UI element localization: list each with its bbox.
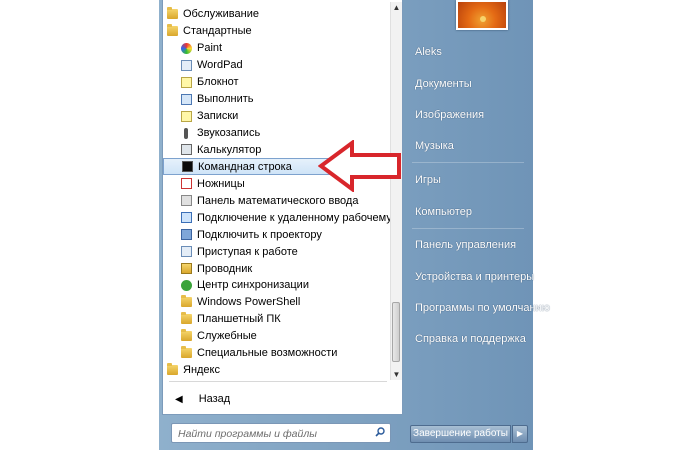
program-label: Специальные возможности [197,347,338,360]
sticky-notes-icon: sticky-notes-icon [181,110,192,122]
right-item-music[interactable]: Музыка [415,140,454,152]
program-label: Подключение к удаленному рабочему столу [197,211,391,224]
right-item-control-panel[interactable]: Панель управления [415,239,516,251]
scroll-up-icon[interactable]: ▲ [391,2,402,13]
program-item[interactable]: run-icon Выполнить [163,91,391,108]
sync-center-icon: sync-center-icon [181,279,192,291]
shutdown-button[interactable]: Завершение работы [410,425,511,443]
program-item[interactable]: notepad-icon Блокнот [163,74,391,91]
program-label: Блокнот [197,76,239,89]
program-item[interactable]: paint-icon Paint [163,40,391,57]
paint-icon: paint-icon [181,42,192,54]
program-folder-item[interactable]: folder-icon Служебные [163,328,391,345]
right-item-default-programs[interactable]: Программы по умолчанию [415,302,550,314]
program-label: Подключить к проектору [197,228,322,241]
search-box[interactable] [171,423,391,443]
folder-icon: folder-icon [181,346,192,359]
snipping-tool-icon: snipping-tool-icon [181,178,192,190]
user-avatar[interactable] [456,0,508,30]
back-label: Назад [198,393,231,405]
right-item-computer[interactable]: Компьютер [415,206,472,218]
shutdown-options-icon[interactable]: ▶ [512,425,528,443]
program-label: Командная строка [198,160,292,173]
right-item-devices-printers[interactable]: Устройства и принтеры [415,271,534,283]
list-separator [169,381,387,382]
folder-icon: folder-icon [167,24,178,37]
program-label: Стандартные [183,25,252,38]
scroll-down-icon[interactable]: ▼ [391,369,402,380]
math-input-icon: math-input-icon [181,195,192,207]
command-prompt-icon: command-prompt-icon [182,161,193,173]
program-label: Paint [197,42,223,55]
program-item[interactable]: math-input-icon Панель математического вв… [163,192,391,209]
program-item[interactable]: explorer-icon Проводник [163,260,391,277]
program-label: Яндекс [183,364,220,377]
program-item[interactable]: getting-started-icon Приступая к работе [163,243,391,260]
program-folder-item[interactable]: folder-icon Обслуживание [163,6,391,23]
program-label: Проводник [197,262,253,275]
program-label: Приступая к работе [197,245,298,258]
program-label: WordPad [197,59,243,72]
microphone-icon: microphone-icon [184,127,188,139]
program-folder-item[interactable]: folder-icon Яндекс [163,362,391,379]
right-separator [412,228,524,229]
program-label: Выполнить [197,93,254,106]
wordpad-icon: wordpad-icon [181,59,192,71]
program-item[interactable]: projector-icon Подключить к проектору [163,226,391,243]
right-item-games[interactable]: Игры [415,174,441,186]
program-label: Обслуживание [183,8,259,21]
program-item[interactable]: wordpad-icon WordPad [163,57,391,74]
remote-desktop-icon: remote-desktop-icon [181,212,192,224]
back-arrow-icon: ◀ [175,393,183,405]
user-name-link[interactable]: Aleks [415,46,442,58]
programs-list: folder-icon Обслуживание folder-icon Станда… [163,6,391,379]
notepad-icon: notepad-icon [181,76,192,88]
program-label: Записки [197,110,239,123]
calculator-icon: calculator-icon [181,144,192,156]
program-folder-item[interactable]: folder-icon Стандартные [163,23,391,40]
back-button[interactable]: ◀ Назад [169,390,369,408]
program-label: Ножницы [197,177,245,190]
right-item-help-support[interactable]: Справка и поддержка [415,333,526,345]
program-item[interactable]: sync-center-icon Центр синхронизации [163,277,391,294]
folder-icon: folder-icon [181,312,192,325]
projector-icon: projector-icon [181,229,192,241]
red-pointer-arrow-icon [318,140,401,192]
program-folder-item[interactable]: folder-icon Windows PowerShell [163,294,391,311]
right-separator [412,162,524,163]
program-label: Центр синхронизации [197,279,309,292]
folder-icon: folder-icon [181,329,192,342]
program-label: Калькулятор [197,143,262,156]
right-item-documents[interactable]: Документы [415,78,472,90]
program-label: Служебные [197,330,257,343]
program-item[interactable]: sticky-notes-icon Записки [163,108,391,125]
program-item[interactable]: remote-desktop-icon Подключение к удаленн… [163,209,391,226]
program-label: Звукозапись [197,127,261,140]
program-label: Панель математического ввода [197,194,359,207]
folder-icon: folder-icon [181,295,192,308]
getting-started-icon: getting-started-icon [181,246,192,258]
right-item-pictures[interactable]: Изображения [415,109,484,121]
program-folder-item[interactable]: folder-icon Специальные возможности [163,345,391,362]
program-label: Windows PowerShell [197,296,301,309]
scroll-thumb[interactable] [392,302,400,362]
program-label: Планшетный ПК [197,313,281,326]
program-folder-item[interactable]: folder-icon Планшетный ПК [163,311,391,328]
programs-pane: folder-icon Обслуживание folder-icon Станда… [162,0,403,415]
program-item[interactable]: microphone-icon Звукозапись [163,125,391,142]
search-icon[interactable] [375,427,385,437]
explorer-icon: explorer-icon [181,263,192,275]
search-input[interactable] [172,425,368,443]
folder-icon: folder-icon [167,7,178,20]
run-icon: run-icon [181,93,192,105]
folder-icon: folder-icon [167,363,178,376]
flower-center [480,16,486,22]
